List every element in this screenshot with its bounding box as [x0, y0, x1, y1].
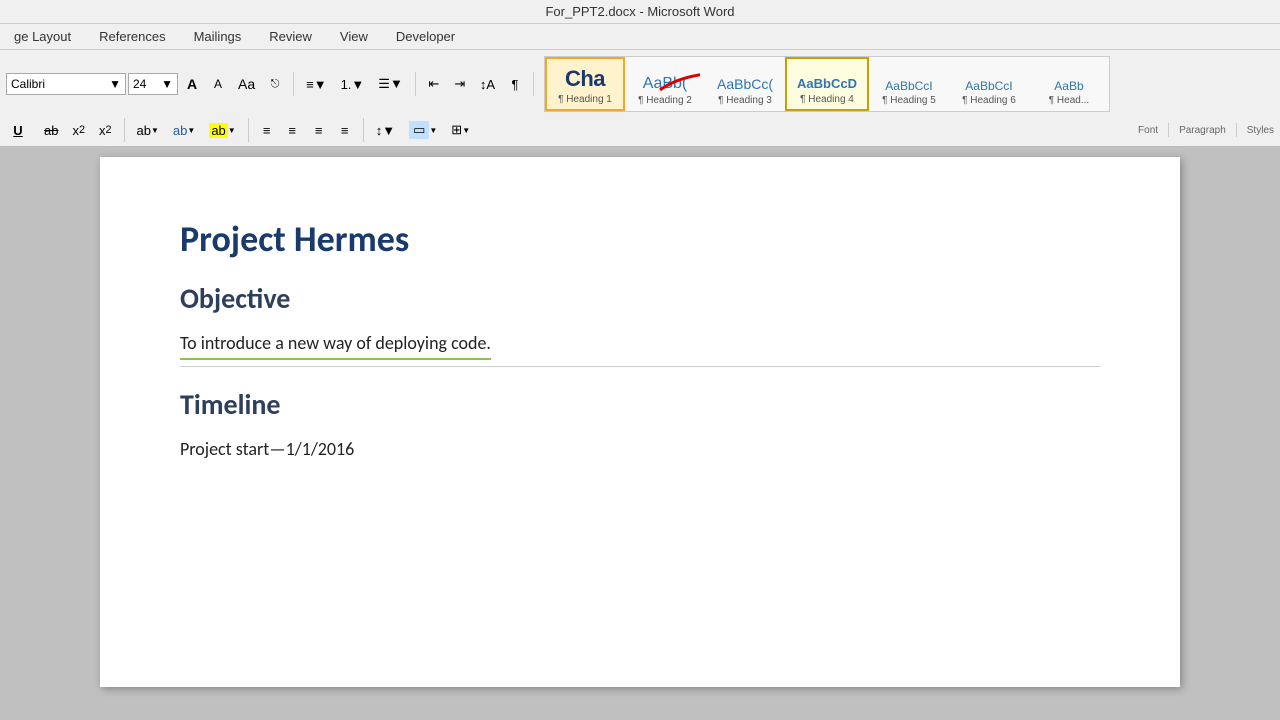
- style-heading1-label: ¶ Heading 1: [558, 94, 612, 105]
- style-head[interactable]: AaBb ¶ Head...: [1029, 57, 1109, 111]
- style-heading2[interactable]: AaBb( ¶ Heading 2: [625, 57, 705, 111]
- sort-btn[interactable]: ↕A: [474, 72, 501, 96]
- style-heading6[interactable]: AaBbCcI ¶ Heading 6: [949, 57, 1029, 111]
- show-paragraph-btn[interactable]: ¶: [503, 72, 527, 96]
- doc-page: Project Hermes Objective To introduce a …: [100, 157, 1180, 687]
- style-heading4-preview: AaBbCcD: [797, 76, 857, 92]
- doc-separator: [180, 366, 1100, 367]
- subscript-btn[interactable]: x2: [66, 118, 91, 142]
- doc-heading2: Objective: [180, 281, 1100, 316]
- font-name-dropdown[interactable]: Calibri ▼: [6, 73, 126, 95]
- style-heading3-preview: AaBbCc(: [717, 76, 773, 93]
- line-spacing-btn[interactable]: ↕▼: [370, 118, 401, 142]
- ribbon-row2: U ab x2 x2 ab▼ ab▼ ab▼ ≡ ≡ ≡ ≡ ↕▼: [0, 116, 1280, 146]
- text-highlight-btn[interactable]: ab▼: [131, 118, 165, 142]
- underline-btn[interactable]: U: [6, 118, 30, 142]
- ribbon: Calibri ▼ 24 ▼ A A Aa ⎋ ≡▼ 1.▼ ☰▼ ⇤: [0, 50, 1280, 147]
- doc-body-container: To introduce a new way of deploying code…: [180, 332, 1100, 367]
- style-heading2-preview: AaBb(: [643, 74, 687, 93]
- style-heading4-label: ¶ Heading 4: [800, 94, 854, 105]
- align-center-btn[interactable]: ≡: [281, 118, 305, 142]
- align-left-btn[interactable]: ≡: [255, 118, 279, 142]
- decrease-indent-btn[interactable]: ⇤: [422, 72, 446, 96]
- doc-subtext: Project start—1/1/2016: [180, 438, 1100, 460]
- font-size-decrease-btn[interactable]: A: [206, 72, 230, 96]
- style-heading3-label: ¶ Heading 3: [718, 95, 772, 106]
- shading-btn[interactable]: ▭▼: [403, 118, 443, 142]
- doc-area: Project Hermes Objective To introduce a …: [0, 147, 1280, 697]
- strikethrough-btn[interactable]: ab: [38, 118, 64, 142]
- styles-gallery: Cha ¶ Heading 1 AaBb( ¶ Heading 2 AaBbCc…: [544, 56, 1110, 112]
- font-size-dropdown[interactable]: 24 ▼: [128, 73, 178, 95]
- title-bar: For_PPT2.docx - Microsoft Word: [0, 0, 1280, 24]
- doc-body-text: To introduce a new way of deploying code…: [180, 332, 491, 360]
- style-heading6-label: ¶ Heading 6: [962, 95, 1016, 106]
- style-heading2-label: ¶ Heading 2: [638, 95, 692, 106]
- title-text: For_PPT2.docx - Microsoft Word: [545, 4, 734, 19]
- doc-heading1: Project Hermes: [180, 217, 1100, 261]
- font-section-label: Font: [1138, 125, 1166, 136]
- increase-indent-btn[interactable]: ⇥: [448, 72, 472, 96]
- style-heading1[interactable]: Cha ¶ Heading 1: [545, 57, 625, 111]
- menu-bar: ge Layout References Mailings Review Vie…: [0, 24, 1280, 50]
- bullet-list-btn[interactable]: ≡▼: [300, 72, 332, 96]
- style-heading4[interactable]: AaBbCcD ¶ Heading 4: [785, 57, 869, 111]
- menu-mailings[interactable]: Mailings: [188, 26, 248, 47]
- font-size-increase-btn[interactable]: A: [180, 72, 204, 96]
- style-heading5-preview: AaBbCcI: [885, 79, 932, 93]
- doc-heading3: Timeline: [180, 387, 1100, 422]
- menu-review[interactable]: Review: [263, 26, 318, 47]
- align-justify-btn[interactable]: ≡: [333, 118, 357, 142]
- font-color-btn[interactable]: ab▼: [167, 118, 201, 142]
- menu-developer[interactable]: Developer: [390, 26, 461, 47]
- style-heading3[interactable]: AaBbCc( ¶ Heading 3: [705, 57, 785, 111]
- menu-view[interactable]: View: [334, 26, 374, 47]
- border-btn[interactable]: ⊞▼: [445, 118, 476, 142]
- style-heading1-preview: Cha: [565, 66, 605, 92]
- style-head-preview: AaBb: [1054, 79, 1083, 93]
- align-right-btn[interactable]: ≡: [307, 118, 331, 142]
- ribbon-row1: Calibri ▼ 24 ▼ A A Aa ⎋ ≡▼ 1.▼ ☰▼ ⇤: [0, 50, 1280, 116]
- change-case-btn[interactable]: Aa: [232, 72, 261, 96]
- style-head-label: ¶ Head...: [1049, 95, 1089, 106]
- style-heading6-preview: AaBbCcI: [965, 79, 1012, 93]
- menu-page-layout[interactable]: ge Layout: [8, 26, 77, 47]
- clear-formatting-btn[interactable]: ⎋: [263, 72, 287, 96]
- superscript-btn[interactable]: x2: [93, 118, 118, 142]
- styles-section-label: Styles: [1239, 125, 1274, 136]
- paragraph-section-label: Paragraph: [1171, 125, 1234, 136]
- font-shading-btn[interactable]: ab▼: [203, 118, 241, 142]
- multilevel-list-btn[interactable]: ☰▼: [372, 72, 409, 96]
- menu-references[interactable]: References: [93, 26, 171, 47]
- style-heading5[interactable]: AaBbCcI ¶ Heading 5: [869, 57, 949, 111]
- numbered-list-btn[interactable]: 1.▼: [335, 72, 371, 96]
- style-heading5-label: ¶ Heading 5: [882, 95, 936, 106]
